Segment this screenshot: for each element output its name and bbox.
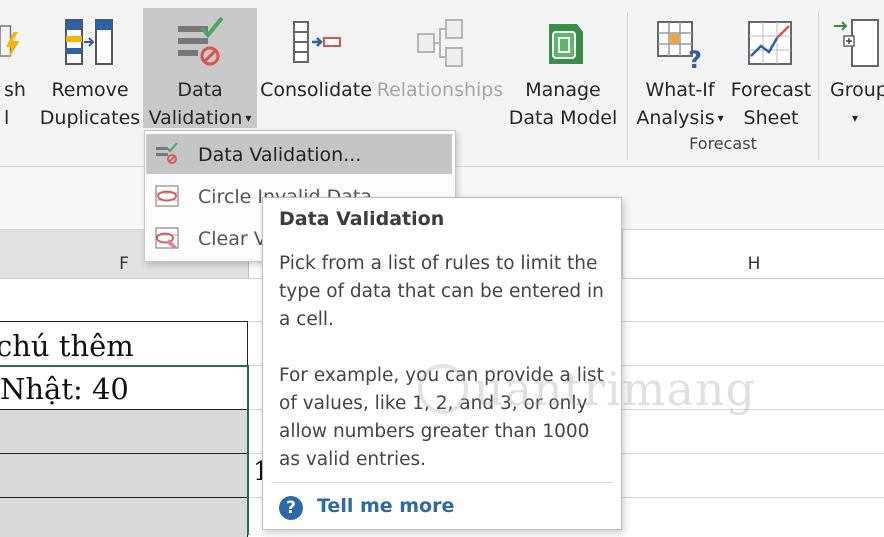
tooltip-title: Data Validation: [279, 208, 445, 230]
cell-f-note-text: chú thêm: [0, 329, 134, 363]
remove-duplicates-button[interactable]: Remove Duplicates: [38, 8, 142, 129]
cell-f-row-5[interactable]: [0, 497, 248, 537]
cell-f-value[interactable]: Nhật: 40: [0, 365, 248, 409]
menu-item-data-validation[interactable]: Data Validation...: [146, 134, 452, 174]
data-validation-label-2: Validation: [148, 107, 243, 129]
group-separator: [627, 12, 628, 160]
svg-text:?: ?: [688, 46, 702, 72]
chevron-down-icon: ▾: [852, 111, 859, 125]
remove-duplicates-label-2: Duplicates: [39, 107, 141, 129]
help-icon[interactable]: ?: [279, 496, 303, 520]
consolidate-icon: [293, 21, 341, 63]
refresh-all-icon: [0, 25, 20, 61]
column-header-h[interactable]: H: [622, 230, 884, 278]
forecast-group-label: Forecast: [689, 134, 757, 153]
consolidate-label: Consolidate: [260, 79, 372, 101]
cell-f-row-3[interactable]: [0, 409, 248, 453]
circle-invalid-data-icon: [155, 185, 179, 207]
group-button[interactable]: Group ▾: [826, 8, 884, 128]
forecast-sheet-label-2: Sheet: [743, 107, 799, 129]
cell-f-row-4[interactable]: [0, 453, 248, 497]
tooltip-divider: [271, 482, 613, 483]
relationships-label: Relationships: [376, 79, 504, 101]
manage-data-model-label-1: Manage: [525, 79, 601, 101]
what-if-analysis-label-2: Analysis: [636, 107, 715, 129]
relationships-icon: [417, 19, 463, 67]
chevron-down-icon: ▾: [245, 111, 252, 125]
cell-f-value-text: Nhật: 40: [0, 372, 129, 406]
manage-data-model-button[interactable]: Manage Data Model: [506, 8, 620, 129]
data-model-icon: [549, 24, 583, 64]
tell-me-more-link[interactable]: Tell me more: [317, 495, 454, 517]
watermark-logo-icon: [418, 364, 468, 414]
consolidate-button[interactable]: Consolidate: [258, 8, 374, 128]
refresh-all-label-2: l: [4, 107, 10, 129]
data-validation-label-1: Data: [177, 79, 223, 101]
menu-item-data-validation-label: Data Validation...: [198, 144, 362, 166]
what-if-analysis-button[interactable]: ? What-If Analysis ▾: [632, 8, 728, 129]
refresh-all-label-1: sh: [4, 79, 26, 101]
tooltip-description: Pick from a list of rules to limit the t…: [279, 253, 604, 330]
group-separator: [818, 12, 819, 160]
group-label: Group: [830, 79, 884, 101]
what-if-analysis-icon: ?: [657, 21, 702, 72]
remove-duplicates-label-1: Remove: [51, 79, 129, 101]
refresh-all-button[interactable]: sh l: [0, 8, 34, 129]
chevron-down-icon: ▾: [717, 111, 724, 125]
what-if-analysis-label-1: What-If: [645, 79, 715, 101]
data-validation-icon: [156, 143, 178, 164]
data-validation-button[interactable]: Data Validation ▾: [143, 8, 257, 129]
group-icon: [834, 19, 879, 67]
watermark-text: uantrimang: [474, 362, 756, 416]
clear-validation-circles-icon: [155, 227, 179, 249]
cell-f-note[interactable]: chú thêm: [0, 321, 248, 365]
forecast-sheet-button[interactable]: Forecast Sheet: [728, 8, 814, 129]
data-validation-icon: [178, 16, 224, 66]
remove-duplicates-icon: [65, 19, 113, 65]
forecast-sheet-icon: [748, 21, 792, 65]
relationships-button[interactable]: Relationships: [376, 8, 504, 128]
manage-data-model-label-2: Data Model: [508, 107, 618, 129]
forecast-sheet-label-1: Forecast: [730, 79, 812, 101]
selection-border: [247, 365, 249, 535]
